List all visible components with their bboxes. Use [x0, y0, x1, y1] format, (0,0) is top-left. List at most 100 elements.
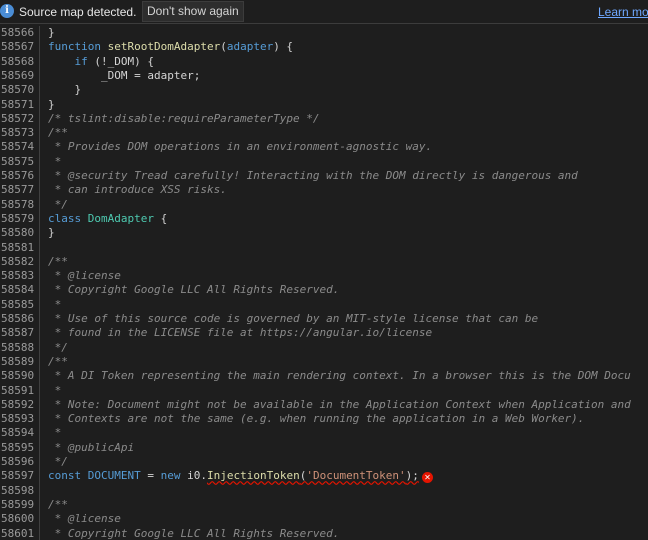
code-line: 58593 * Contexts are not the same (e.g. … [0, 412, 648, 426]
code-line: 58595 * @publicApi [0, 441, 648, 455]
line-number: 58593 [1, 412, 35, 426]
line-text: * @license [48, 269, 121, 283]
line-text: * Provides DOM operations in an environm… [48, 140, 433, 154]
code-line: 58573 /** [0, 126, 648, 140]
line-text: } [48, 26, 55, 39]
code-line: 58601 * Copyright Google LLC All Rights … [0, 527, 648, 540]
code-line: 58594 * [0, 426, 648, 440]
line-text: * [48, 426, 62, 440]
line-text: * [48, 383, 62, 397]
line-text: _DOM = adapter; [48, 68, 201, 82]
code-line: 58597 const DOCUMENT = new i0.InjectionTo… [0, 469, 648, 484]
code-line: 58574 * Provides DOM operations in an en… [0, 140, 648, 154]
line-number: 58583 [1, 269, 35, 283]
line-number: 58578 [1, 197, 35, 211]
code-line: 58598 [0, 484, 648, 498]
line-number: 58589 [1, 354, 35, 368]
code-line: 58599 /** [0, 498, 648, 512]
line-text: * found in the LICENSE file at https://a… [48, 326, 433, 340]
line-text: * Note: Document might not be available … [48, 397, 631, 411]
code-editor[interactable]: 58566} 58567 function setRootDomAdapter(ad… [0, 26, 648, 540]
line-text: * @license [48, 512, 121, 526]
code-line: 58584 * Copyright Google LLC All Rights … [0, 283, 648, 297]
code-line: 58586 * Use of this source code is gover… [0, 312, 648, 326]
line-number: 58575 [1, 154, 35, 168]
line-number: 58566 [1, 26, 35, 39]
line-number: 58585 [1, 297, 35, 311]
code-line: 58567 function setRootDomAdapter(adapter)… [0, 40, 648, 54]
code-line: 58596 */ [0, 455, 648, 469]
error-squiggle[interactable]: InjectionToken('DocumentToken'); [207, 469, 419, 482]
code-line: 58566} [0, 26, 648, 40]
line-number: 58594 [1, 426, 35, 440]
learn-more-link[interactable]: Learn mo [598, 5, 648, 19]
infobar-message: Source map detected. [19, 5, 137, 19]
line-number: 58569 [1, 68, 35, 82]
line-number: 58568 [1, 54, 35, 68]
line-number: 58596 [1, 455, 35, 468]
line-text: * Use of this source code is governed by… [48, 312, 539, 325]
line-text: if (!_DOM) { [74, 54, 154, 68]
line-text: */ [48, 197, 68, 211]
line-text: * [48, 297, 62, 311]
code-line: 58600 * @license [0, 512, 648, 526]
error-icon[interactable]: ✕ [421, 472, 433, 484]
line-text: * Copyright Google LLC All Rights Reserv… [48, 283, 340, 297]
line-text: * A DI Token representing the main rende… [48, 369, 631, 383]
code-line: 58582 /** [0, 255, 648, 269]
line-number: 58577 [1, 183, 35, 197]
line-text: /** [48, 354, 68, 368]
code-line: 58577 * can introduce XSS risks. [0, 183, 648, 197]
line-number: 58591 [1, 383, 35, 397]
code-line: 58568 if (!_DOM) { [0, 55, 648, 69]
code-line: 58578 */ [0, 198, 648, 212]
line-number: 58571 [1, 97, 35, 111]
code-line: 58570 } [0, 83, 648, 97]
code-line: 58575 * [0, 155, 648, 169]
line-text: } [48, 97, 55, 111]
line-number: 58581 [1, 240, 35, 254]
line-number: 58598 [1, 483, 35, 497]
line-number: 58595 [1, 440, 35, 454]
line-text: /* tslint:disable:requireParameterType *… [48, 111, 320, 125]
code-line: 58592 * Note: Document might not be avai… [0, 398, 648, 412]
line-text: /** [48, 497, 68, 511]
code-line: 58587 * found in the LICENSE file at htt… [0, 326, 648, 340]
line-text: * can introduce XSS risks. [48, 183, 227, 197]
line-number: 58570 [1, 83, 35, 97]
code-line: 58580} [0, 226, 648, 240]
line-text: function setRootDomAdapter(adapter) { [48, 40, 294, 54]
line-number: 58601 [1, 526, 35, 540]
line-number: 58600 [1, 512, 35, 526]
line-text: * @security Tread carefully! Interacting… [48, 169, 578, 182]
line-text: */ [48, 455, 68, 468]
code-line: 58572 /* tslint:disable:requireParameterT… [0, 112, 648, 126]
line-number: 58590 [1, 369, 35, 383]
code-line: 58576 * @security Tread carefully! Inter… [0, 169, 648, 183]
line-number: 58572 [1, 111, 35, 125]
code-line: 58571} [0, 98, 648, 112]
code-line: 58591 * [0, 384, 648, 398]
code-line: 58588 */ [0, 341, 648, 355]
line-number: 58574 [1, 140, 35, 154]
line-number: 58567 [1, 40, 35, 54]
code-line: 58569 _DOM = adapter; [0, 69, 648, 83]
line-number: 58587 [1, 326, 35, 340]
code-line: 58590 * A DI Token representing the main… [0, 369, 648, 383]
line-number: 58573 [1, 126, 35, 140]
line-text: */ [48, 340, 68, 354]
line-number: 58592 [1, 397, 35, 411]
line-text: * [48, 154, 62, 168]
line-text: /** [48, 126, 68, 140]
line-text: * Contexts are not the same (e.g. when r… [48, 412, 585, 426]
dont-show-again-button[interactable]: Don't show again [142, 1, 244, 22]
line-number: 58580 [1, 226, 35, 240]
code-line: 58583 * @license [0, 269, 648, 283]
line-number: 58582 [1, 254, 35, 268]
line-number: 58576 [1, 169, 35, 182]
code-line: 58589 /** [0, 355, 648, 369]
line-text: } [48, 226, 55, 240]
code-line: 58585 * [0, 298, 648, 312]
line-text: class DomAdapter { [48, 211, 168, 225]
line-number: 58584 [1, 283, 35, 297]
